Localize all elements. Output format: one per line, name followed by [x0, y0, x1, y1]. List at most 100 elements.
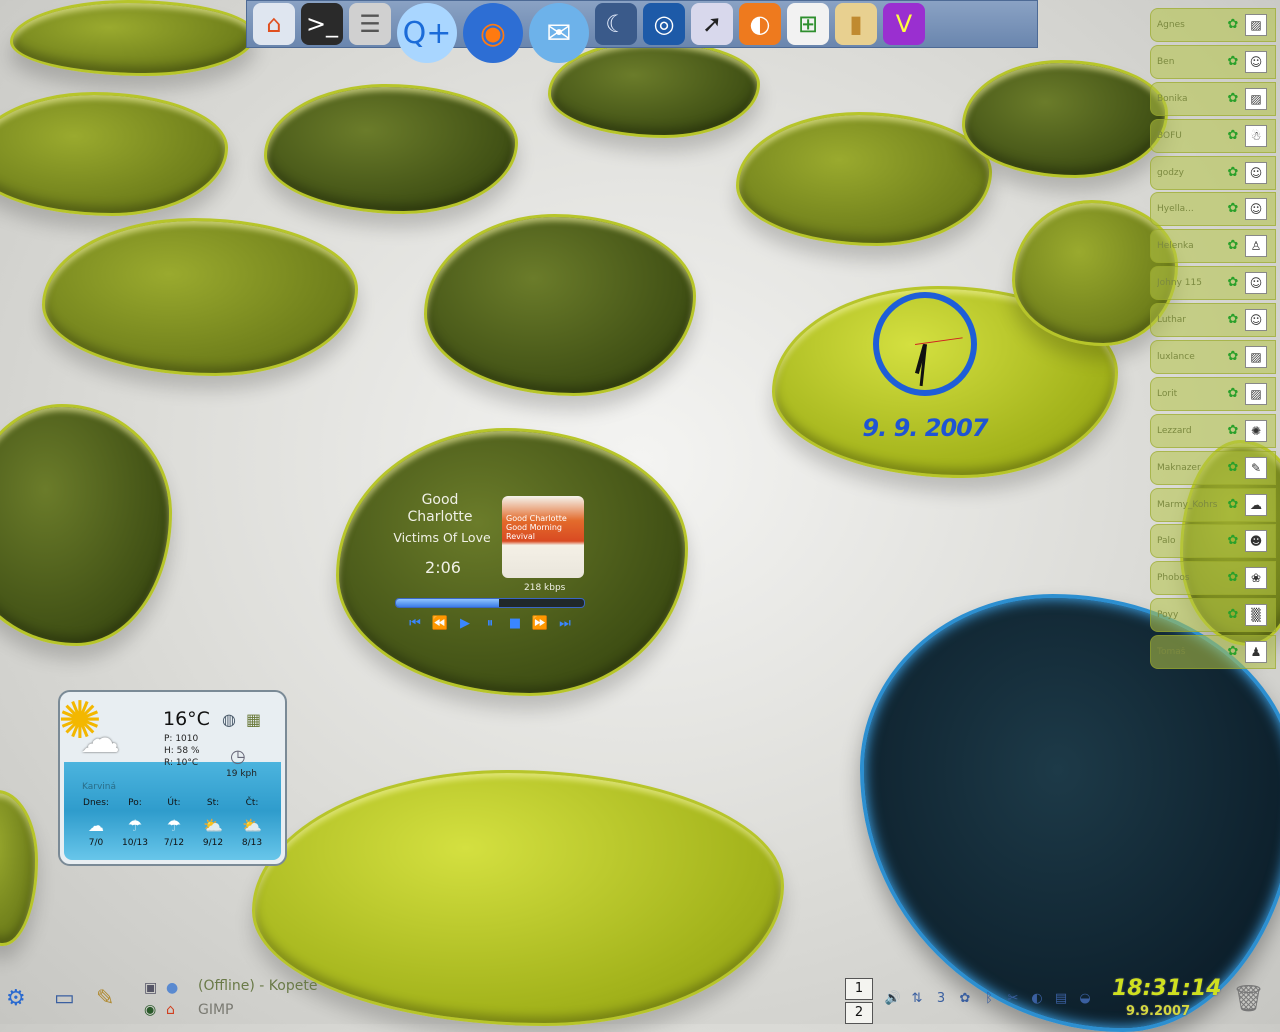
home-icon[interactable]: ⌂: [253, 3, 295, 45]
mail-globe-icon[interactable]: ✉: [529, 3, 589, 63]
fast-forward-icon[interactable]: ⏩: [531, 616, 549, 632]
online-status-icon: ✿: [1227, 53, 1239, 69]
disk-icon[interactable]: ◒: [1076, 990, 1094, 1008]
album-art-text: Good Charlotte Good Morning Revival: [506, 514, 567, 541]
album-art[interactable]: Good Charlotte Good Morning Revival: [502, 496, 584, 578]
play-icon[interactable]: ▶: [456, 616, 474, 632]
weather-humidity: H: 58 %: [164, 746, 200, 756]
skip-back-icon[interactable]: ⏮: [406, 616, 424, 632]
pager-desktop-1[interactable]: 1: [845, 978, 873, 1000]
online-status-icon: ✿: [1227, 238, 1239, 254]
contact-item[interactable]: Tomaš ✿ ♟: [1150, 635, 1276, 670]
klipper-icon[interactable]: ✂: [1004, 990, 1022, 1008]
player-progress-bar[interactable]: [395, 598, 585, 608]
kopete-icon[interactable]: ✿: [956, 990, 974, 1008]
kubuntu-menu-icon[interactable]: ⚙: [6, 986, 26, 1011]
online-status-icon: ✿: [1227, 385, 1239, 401]
forecast-weather-icon: ⛅: [203, 816, 223, 835]
system-tray: 🔊 ⇅ 3 ✿ ᛒ ✂ ◐ ▤ ◒: [884, 990, 1094, 1008]
edit-paint-icon[interactable]: ✎: [96, 986, 114, 1011]
steam-icon[interactable]: ◐: [1028, 990, 1046, 1008]
online-status-icon: ✿: [1227, 275, 1239, 291]
quick-system-icon[interactable]: ▣: [144, 980, 157, 996]
windows-icon[interactable]: ⊞: [787, 3, 829, 45]
contact-item[interactable]: Marmy_Kohrs ✿ ☁: [1150, 487, 1276, 522]
database-icon[interactable]: ☰: [349, 3, 391, 45]
contact-item[interactable]: Agnes ✿ ▨: [1150, 8, 1276, 42]
globe-icon[interactable]: ◍: [222, 710, 236, 729]
contact-item[interactable]: Lezzard ✿ ✺: [1150, 413, 1276, 448]
rewind-icon[interactable]: ⏪: [431, 616, 449, 632]
clock-second-hand: [915, 337, 963, 345]
contact-avatar: ☺: [1245, 50, 1267, 73]
contact-avatar: ☃: [1245, 124, 1267, 147]
contact-item[interactable]: Maknazer ✿ ✎: [1150, 450, 1276, 485]
cursor-screen-icon[interactable]: ➚: [691, 3, 733, 45]
terminal-icon[interactable]: >_: [301, 3, 343, 45]
contact-name: BOFU: [1157, 130, 1182, 141]
contact-name: Lorit: [1157, 388, 1178, 399]
search-plus-icon[interactable]: Q+: [397, 3, 457, 63]
quick-globe-icon[interactable]: ●: [166, 980, 178, 996]
forecast-temp-range: 8/13: [241, 838, 263, 848]
contact-name: luxlance: [1157, 352, 1195, 363]
map-icon[interactable]: ▦: [246, 710, 261, 729]
contact-item[interactable]: Poyy ✿ ▒: [1150, 598, 1276, 633]
stop-icon[interactable]: ■: [506, 616, 524, 632]
contact-avatar: ☺: [1245, 272, 1267, 295]
network-icon[interactable]: ⇅: [908, 990, 926, 1008]
weather-wind: 19 kph: [226, 769, 257, 779]
online-status-icon: ✿: [1227, 496, 1239, 512]
desktop-monitor-icon[interactable]: ▭: [54, 986, 75, 1011]
contact-avatar: ☺: [1245, 198, 1267, 221]
trash-icon[interactable]: 🗑: [1232, 984, 1265, 1014]
online-status-icon: ✿: [1227, 164, 1239, 180]
task-kopete[interactable]: (Offline) - Kopete: [198, 978, 317, 994]
quick-home-icon[interactable]: ⌂: [166, 1002, 175, 1018]
contact-item[interactable]: Johny 115 ✿ ☺: [1150, 266, 1276, 301]
contact-avatar: ▒: [1245, 604, 1267, 627]
task-gimp[interactable]: GIMP: [198, 1002, 234, 1018]
volume-icon[interactable]: 🔊: [884, 990, 902, 1008]
contact-avatar: ✎: [1245, 456, 1267, 479]
weather-temperature: 16°C: [163, 708, 210, 730]
contact-item[interactable]: Lorit ✿ ▨: [1150, 376, 1276, 411]
blob: [10, 0, 256, 76]
online-status-icon: ✿: [1227, 349, 1239, 365]
contact-item[interactable]: Palo ✿ ☻: [1150, 524, 1276, 559]
blob: [0, 92, 228, 216]
contact-avatar: ▨: [1245, 14, 1267, 36]
pause-icon[interactable]: ⏸: [481, 616, 499, 632]
artist-line-1: Good: [421, 492, 459, 508]
quick-web-icon[interactable]: ◉: [144, 1002, 156, 1018]
eye-icon[interactable]: ◎: [643, 3, 685, 45]
contact-item[interactable]: Hyella... ✿ ☺: [1150, 192, 1276, 227]
pager-desktop-2[interactable]: 2: [845, 1002, 873, 1024]
contact-item[interactable]: Phobos ✿ ❀: [1150, 561, 1276, 596]
forecast-day-label: St:: [206, 798, 220, 808]
contact-item[interactable]: luxlance ✿ ▨: [1150, 340, 1276, 375]
door-icon[interactable]: ▮: [835, 3, 877, 45]
contact-name: Lezzard: [1157, 425, 1192, 436]
contact-avatar: ✺: [1245, 419, 1267, 442]
contact-item[interactable]: Luthar ✿ ☺: [1150, 303, 1276, 338]
contact-item[interactable]: Helenka ✿ ♙: [1150, 229, 1276, 264]
skip-forward-icon[interactable]: ⏭: [556, 616, 574, 632]
player-song-title: Victims Of Love: [393, 530, 491, 545]
forecast-weather-icon: ☁: [88, 816, 104, 835]
contact-item[interactable]: Ben ✿ ☺: [1150, 44, 1276, 79]
folder-icon[interactable]: ▤: [1052, 990, 1070, 1008]
bluetooth-icon[interactable]: ᛒ: [980, 990, 998, 1008]
wolf-icon[interactable]: ☾: [595, 3, 637, 45]
contact-name: Luthar: [1157, 315, 1187, 326]
contact-item[interactable]: BOFU ✿ ☃: [1150, 118, 1276, 153]
badge-3-icon[interactable]: 3: [932, 990, 950, 1008]
firefox-icon[interactable]: ◉: [463, 3, 523, 63]
digital-clock-time[interactable]: 18:31:14: [1112, 976, 1221, 1001]
contact-name: Marmy_Kohrs: [1157, 499, 1218, 510]
artist-line-2: Charlotte: [407, 509, 473, 525]
v-icon[interactable]: V: [883, 3, 925, 45]
media-disc-icon[interactable]: ◐: [739, 3, 781, 45]
contact-item[interactable]: godzy ✿ ☺: [1150, 155, 1276, 190]
contact-item[interactable]: Bonika ✿ ▨: [1150, 81, 1276, 116]
